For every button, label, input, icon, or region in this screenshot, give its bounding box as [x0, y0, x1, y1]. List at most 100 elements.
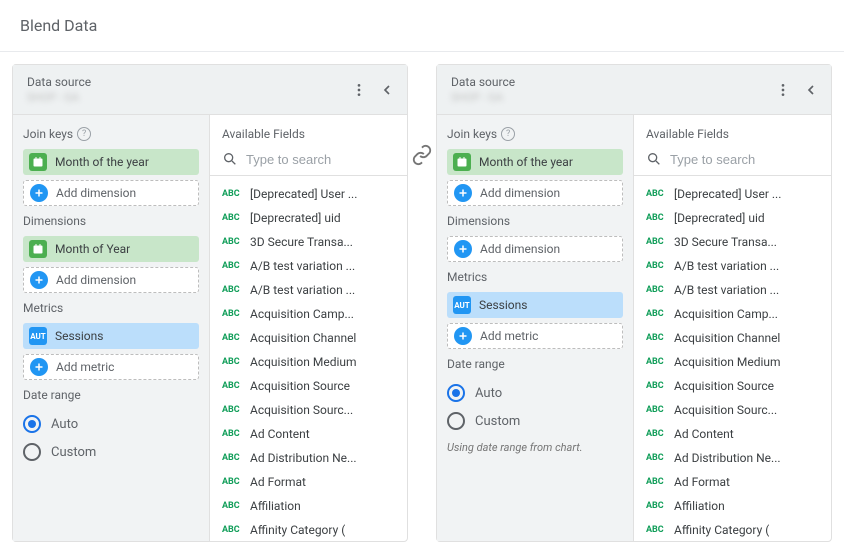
field-item[interactable]: ABCAd Content — [634, 422, 831, 446]
available-fields-column: Available Fields ABC[Deprecated] User ...… — [633, 115, 831, 541]
field-type-icon: ABC — [222, 381, 242, 391]
metric-chip[interactable]: AUTSessions — [447, 292, 623, 318]
available-fields-column: Available FieldsABC[Deprecated] User ...… — [209, 115, 407, 541]
field-item[interactable]: ABC A/B test variation ... — [634, 254, 831, 278]
field-type-icon: ABC — [646, 501, 666, 511]
add-dimension[interactable]: Add dimension — [447, 236, 623, 262]
field-item[interactable]: ABCAcquisition Source — [634, 374, 831, 398]
add-join-key[interactable]: Add dimension — [447, 180, 623, 206]
field-item[interactable]: ABCAcquisition Sourc... — [210, 398, 407, 422]
field-item[interactable]: ABC[Deprecrated] uid — [634, 206, 831, 230]
join-key-chip-icon — [453, 153, 471, 171]
field-type-icon: ABC — [222, 309, 242, 319]
field-type-icon: ABC — [646, 357, 666, 367]
help-icon[interactable]: ? — [77, 127, 91, 141]
add-metric[interactable]: Add metric — [23, 354, 199, 380]
field-item[interactable]: ABCAffinity Category ( — [634, 518, 831, 541]
field-type-icon: ABC — [222, 189, 242, 199]
field-label: [Deprecated] User ... — [250, 187, 357, 201]
field-item[interactable]: ABCAcquisition Medium — [210, 350, 407, 374]
panel-menu-button[interactable] — [769, 76, 797, 104]
field-item[interactable]: ABCAcquisition Medium — [634, 350, 831, 374]
field-item[interactable]: ABCA/B test variation ... — [210, 254, 407, 278]
field-label: Acquisition Camp... — [250, 307, 354, 321]
field-item[interactable]: ABCAd Content — [210, 422, 407, 446]
field-item[interactable]: ABCAcquisition Sourc... — [634, 398, 831, 422]
data-source-name[interactable]: SHOP - GA — [451, 91, 515, 104]
panel-menu-button[interactable] — [345, 76, 373, 104]
field-item[interactable]: ABCAcquisition Channel — [210, 326, 407, 350]
field-item[interactable]: ABCA/B test variation ... — [634, 278, 831, 302]
field-item[interactable]: ABCAd Format — [210, 470, 407, 494]
field-type-icon: ABC — [222, 477, 242, 487]
search-icon — [222, 151, 238, 167]
join-key-chip-label: Month of the year — [479, 155, 573, 169]
field-item[interactable]: ABC3D Secure Transa... — [210, 230, 407, 254]
field-list[interactable]: ABC[Deprecated] User ...ABC[Deprecrated]… — [634, 176, 831, 541]
field-item[interactable]: ABC A/B test variation ... — [210, 278, 407, 302]
field-item[interactable]: ABCAcquisition Channel — [634, 326, 831, 350]
field-item[interactable]: ABCAffiliation — [210, 494, 407, 518]
dimension-chip-label: Month of Year — [55, 242, 130, 256]
field-label: Acquisition Camp... — [674, 307, 778, 321]
collapse-button[interactable] — [797, 76, 825, 104]
field-type-icon: ABC — [646, 525, 666, 535]
field-type-icon: ABC — [222, 429, 242, 439]
field-label: Acquisition Source — [250, 379, 350, 393]
data-source-panel: Data sourceSHOP - GAJoin keys?Month of t… — [436, 64, 832, 542]
field-label: Acquisition Channel — [674, 331, 780, 345]
field-item[interactable]: ABC Acquisition Source — [210, 374, 407, 398]
collapse-button[interactable] — [373, 76, 401, 104]
add-join-key[interactable]: Add dimension — [23, 180, 199, 206]
join-key-chip[interactable]: Month of the year — [447, 149, 623, 175]
data-source-panel: Data sourceSHOP - GAJoin keys?Month of t… — [12, 64, 408, 542]
dimension-chip[interactable]: Month of Year — [23, 236, 199, 262]
field-search-input[interactable] — [670, 152, 819, 167]
date-custom-radio[interactable]: Custom — [447, 407, 623, 435]
field-label: [Deprecrated] uid — [674, 211, 765, 225]
field-item[interactable]: ABC [Deprecated] User ... — [210, 182, 407, 206]
field-search-input[interactable] — [246, 152, 395, 167]
field-label: Ad Distribution Ne... — [674, 451, 781, 465]
field-type-icon: ABC — [222, 333, 242, 343]
radio-icon — [447, 384, 465, 402]
field-item[interactable]: ABC[Deprecrated] uid — [210, 206, 407, 230]
add-join-key-label: Add dimension — [480, 186, 560, 200]
date-auto-radio[interactable]: Auto — [23, 410, 199, 438]
field-label: A/B test variation ... — [250, 283, 355, 297]
metric-chip[interactable]: AUTSessions — [23, 323, 199, 349]
field-label: 3D Secure Transa... — [674, 235, 777, 249]
join-key-chip[interactable]: Month of the year — [23, 149, 199, 175]
field-type-icon: ABC — [646, 261, 666, 271]
date-auto-radio[interactable]: Auto — [447, 379, 623, 407]
field-item[interactable]: ABC Acquisition Camp... — [210, 302, 407, 326]
field-type-icon: ABC — [646, 381, 666, 391]
available-fields-label: Available Fields — [634, 115, 831, 145]
field-item[interactable]: ABCAd Format — [634, 470, 831, 494]
add-dimension[interactable]: Add dimension — [23, 267, 199, 293]
add-join-key-label: Add dimension — [56, 186, 136, 200]
field-list[interactable]: ABC [Deprecated] User ... ABC[Deprecrated]… — [210, 176, 407, 541]
field-item[interactable]: ABCAffinity Category ( — [210, 518, 407, 541]
field-type-icon: ABC — [222, 261, 242, 271]
page-header: Blend Data — [0, 0, 844, 52]
field-item[interactable]: ABC[Deprecated] User ... — [634, 182, 831, 206]
metric-chip-label: Sessions — [55, 329, 103, 343]
add-metric[interactable]: Add metric — [447, 323, 623, 349]
field-item[interactable]: ABC3D Secure Transa... — [634, 230, 831, 254]
data-source-name[interactable]: SHOP - GA — [27, 91, 91, 104]
field-type-icon: ABC — [646, 429, 666, 439]
date-custom-radio[interactable]: Custom — [23, 438, 199, 466]
field-item[interactable]: ABCAcquisition Camp... — [634, 302, 831, 326]
dimensions-label: Dimensions — [23, 214, 199, 228]
field-label: A/B test variation ... — [674, 259, 779, 273]
radio-icon — [23, 415, 41, 433]
field-item[interactable]: ABCAd Distribution Ne... — [634, 446, 831, 470]
metric-chip-label: Sessions — [479, 298, 527, 312]
field-type-icon: ABC — [222, 285, 242, 295]
field-item[interactable]: ABCAd Distribution Ne... — [210, 446, 407, 470]
data-source-label: Data source — [451, 75, 515, 89]
help-icon[interactable]: ? — [501, 127, 515, 141]
field-item[interactable]: ABCAffiliation — [634, 494, 831, 518]
metrics-label: Metrics — [447, 270, 623, 284]
